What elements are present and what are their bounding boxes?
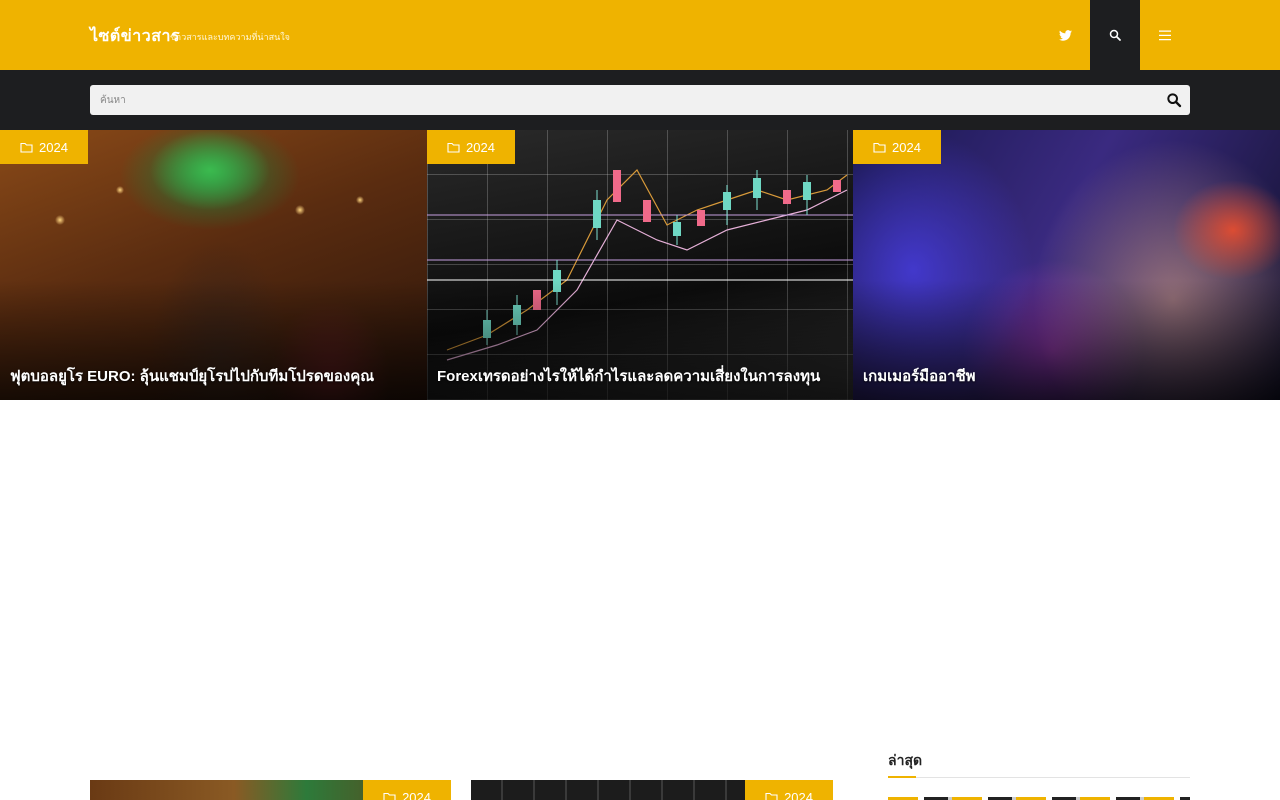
folder-icon (765, 792, 778, 800)
heading-accent (888, 776, 916, 778)
post-card[interactable]: 2024 (471, 780, 833, 800)
featured-posts: 2024 ฟุตบอลยูโร EURO: ลุ้นแชมป์ยุโรปไปกั… (0, 130, 1280, 400)
menu-button[interactable] (1140, 0, 1190, 70)
header-search-button[interactable] (1090, 0, 1140, 70)
site-description: ข่าวสารและบทความที่น่าสนใจ (170, 32, 290, 42)
search-bar (0, 70, 1280, 130)
featured-post[interactable]: 2024 เกมเมอร์มืออาชีพ (853, 130, 1280, 400)
menu-icon (1159, 30, 1171, 40)
folder-icon (873, 142, 886, 153)
category-label: 2024 (892, 139, 921, 155)
category-label: 2024 (466, 139, 495, 155)
folder-icon (20, 142, 33, 153)
category-badge[interactable]: 2024 (0, 130, 88, 164)
main-content: 2024 2024 ล่าสุด (0, 400, 1280, 800)
search-icon (1167, 93, 1182, 108)
search-input[interactable] (90, 85, 1150, 115)
site-title[interactable]: ไซต์ข่าวสาร (90, 24, 180, 49)
twitter-button[interactable] (1040, 0, 1090, 70)
folder-icon (383, 792, 396, 800)
category-label: 2024 (784, 789, 813, 800)
search-submit-button[interactable] (1166, 92, 1182, 108)
category-badge[interactable]: 2024 (853, 130, 941, 164)
featured-post[interactable]: 2024 ฟุตบอลยูโร EURO: ลุ้นแชมป์ยุโรปไปกั… (0, 130, 427, 400)
search-icon (1109, 29, 1121, 41)
post-card[interactable]: 2024 (90, 780, 451, 800)
category-badge[interactable]: 2024 (363, 780, 451, 800)
twitter-icon (1058, 29, 1072, 41)
search-form (90, 85, 1190, 115)
featured-post[interactable]: 2024 Forexเทรดอย่างไรให้ได้กำไรและลดความ… (427, 130, 853, 400)
category-label: 2024 (39, 139, 68, 155)
site-header: ไซต์ข่าวสาร ข่าวสารและบทความที่น่าสนใจ (0, 0, 1280, 70)
divider (888, 777, 1190, 778)
sidebar-heading: ล่าสุด (888, 753, 923, 769)
category-label: 2024 (402, 789, 431, 800)
category-badge[interactable]: 2024 (745, 780, 833, 800)
featured-title[interactable]: ฟุตบอลยูโร EURO: ลุ้นแชมป์ยุโรปไปกับทีมโ… (10, 364, 417, 388)
category-badge[interactable]: 2024 (427, 130, 515, 164)
featured-title[interactable]: เกมเมอร์มืออาชีพ (863, 364, 1270, 388)
folder-icon (447, 142, 460, 153)
featured-title[interactable]: Forexเทรดอย่างไรให้ได้กำไรและลดความเสี่ย… (437, 364, 843, 388)
